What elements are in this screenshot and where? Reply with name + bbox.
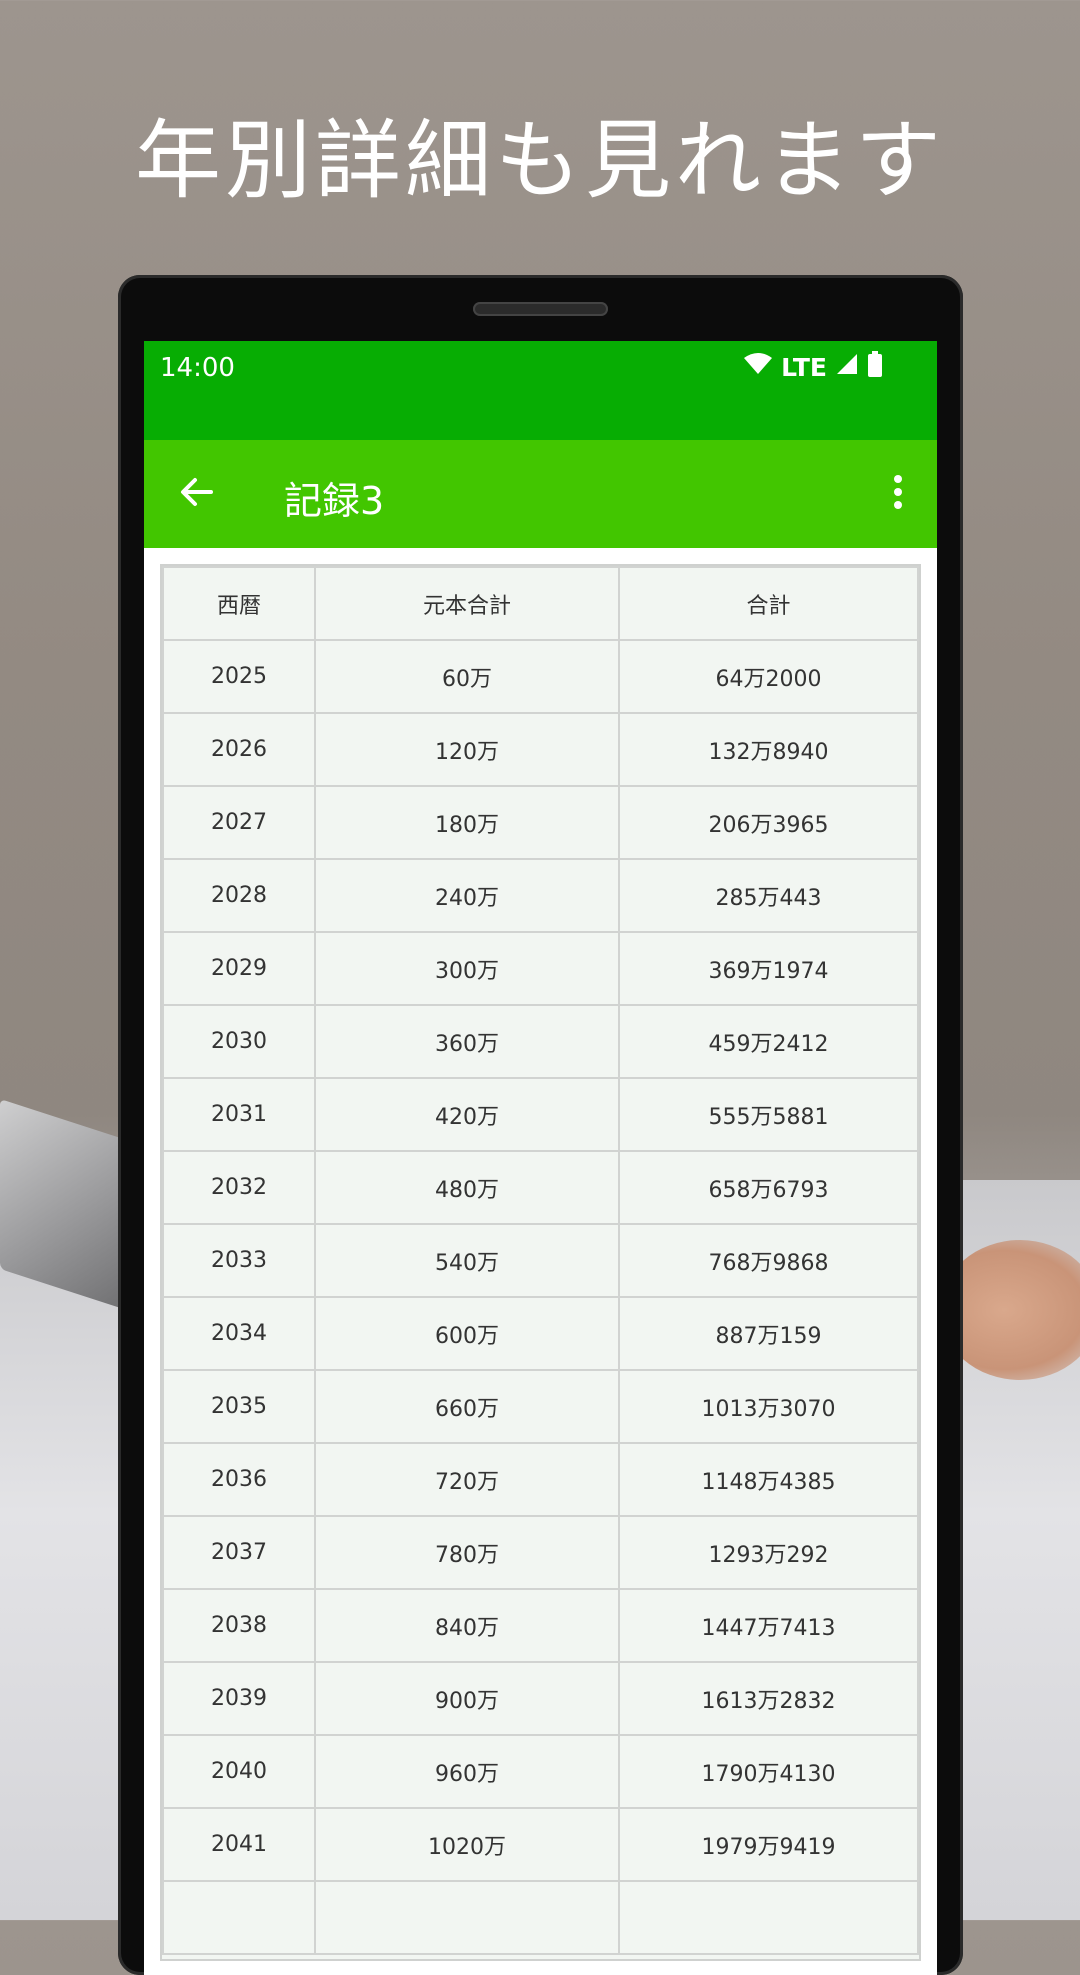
cell-principal-total: 300万 (314, 931, 620, 1006)
cell-principal-total: 480万 (314, 1150, 620, 1225)
cell-principal-total: 360万 (314, 1004, 620, 1079)
cell-year: 2041 (162, 1807, 316, 1882)
cell-principal-total: 1020万 (314, 1807, 620, 1882)
cell-total: 1013万3070 (618, 1369, 919, 1444)
cell-year: 2025 (162, 639, 316, 714)
cell-principal-total: 840万 (314, 1588, 620, 1663)
cell-year: 2037 (162, 1515, 316, 1590)
table-row: 2032 480万 658万6793 (162, 1150, 919, 1225)
table-row: 2037 780万 1293万292 (162, 1515, 919, 1590)
table-row: 2034 600万 887万159 (162, 1296, 919, 1371)
table-row: 2033 540万 768万9868 (162, 1223, 919, 1298)
cell-year: 2039 (162, 1661, 316, 1736)
cell-total: 768万9868 (618, 1223, 919, 1298)
table-row: 2027 180万 206万3965 (162, 785, 919, 860)
cell-total: 658万6793 (618, 1150, 919, 1225)
cell-principal-total: 120万 (314, 712, 620, 787)
status-icons: LTE (743, 351, 883, 383)
cell-total: 1293万292 (618, 1515, 919, 1590)
table-row-partial (162, 1880, 919, 1955)
empty-cell (314, 1880, 620, 1955)
cell-principal-total: 240万 (314, 858, 620, 933)
app-bar: 記録3 (144, 440, 937, 548)
phone-frame: 14:00 LTE 記録3 西暦 元本合計 合計 2025 60万 64万200… (118, 275, 963, 1975)
signal-icon (835, 352, 859, 382)
overflow-menu-button[interactable] (883, 470, 913, 518)
cell-year: 2036 (162, 1442, 316, 1517)
cell-principal-total: 540万 (314, 1223, 620, 1298)
table-row: 2035 660万 1013万3070 (162, 1369, 919, 1444)
cell-year: 2040 (162, 1734, 316, 1809)
table-row: 2025 60万 64万2000 (162, 639, 919, 714)
back-arrow-icon (178, 474, 214, 514)
cell-year: 2035 (162, 1369, 316, 1444)
cell-principal-total: 780万 (314, 1515, 620, 1590)
cell-year: 2028 (162, 858, 316, 933)
promo-headline: 年別詳細も見れます (135, 111, 945, 211)
table-row: 2039 900万 1613万2832 (162, 1661, 919, 1736)
cell-total: 132万8940 (618, 712, 919, 787)
cell-total: 64万2000 (618, 639, 919, 714)
cell-total: 1613万2832 (618, 1661, 919, 1736)
table-row: 2038 840万 1447万7413 (162, 1588, 919, 1663)
cell-principal-total: 600万 (314, 1296, 620, 1371)
cell-year: 2030 (162, 1004, 316, 1079)
cell-total: 1979万9419 (618, 1807, 919, 1882)
phone-speaker (473, 302, 608, 316)
status-time: 14:00 (160, 353, 235, 383)
battery-icon (867, 351, 883, 383)
table-row: 2029 300万 369万1974 (162, 931, 919, 1006)
header-total: 合計 (618, 566, 919, 641)
cell-principal-total: 660万 (314, 1369, 620, 1444)
more-vert-icon (893, 475, 903, 513)
cell-total: 555万5881 (618, 1077, 919, 1152)
table-row: 2030 360万 459万2412 (162, 1004, 919, 1079)
cell-year: 2038 (162, 1588, 316, 1663)
table-row: 2026 120万 132万8940 (162, 712, 919, 787)
cell-year: 2033 (162, 1223, 316, 1298)
cell-total: 369万1974 (618, 931, 919, 1006)
cell-principal-total: 900万 (314, 1661, 620, 1736)
header-principal-total: 元本合計 (314, 566, 620, 641)
cell-total: 1790万4130 (618, 1734, 919, 1809)
cell-year: 2026 (162, 712, 316, 787)
table-row: 2028 240万 285万443 (162, 858, 919, 933)
cell-total: 887万159 (618, 1296, 919, 1371)
empty-cell (618, 1880, 919, 1955)
table-row: 2031 420万 555万5881 (162, 1077, 919, 1152)
cell-total: 285万443 (618, 858, 919, 933)
table-header-row: 西暦 元本合計 合計 (162, 566, 919, 641)
cell-principal-total: 720万 (314, 1442, 620, 1517)
cell-principal-total: 420万 (314, 1077, 620, 1152)
cell-total: 459万2412 (618, 1004, 919, 1079)
table-body: 2025 60万 64万2000 2026 120万 132万8940 2027 180万 20… (162, 639, 919, 1955)
cell-year: 2031 (162, 1077, 316, 1152)
table-row: 2036 720万 1148万4385 (162, 1442, 919, 1517)
cell-total: 1447万7413 (618, 1588, 919, 1663)
yearly-detail-table-container[interactable]: 西暦 元本合計 合計 2025 60万 64万2000 2026 120万 132万894… (160, 564, 921, 1961)
header-year: 西暦 (162, 566, 316, 641)
back-button[interactable] (172, 470, 220, 518)
cell-principal-total: 960万 (314, 1734, 620, 1809)
cell-total: 206万3965 (618, 785, 919, 860)
cell-year: 2032 (162, 1150, 316, 1225)
network-label: LTE (781, 352, 827, 382)
cell-year: 2034 (162, 1296, 316, 1371)
page-title: 記録3 (284, 479, 385, 523)
status-bar: 14:00 LTE (144, 341, 937, 440)
empty-cell (162, 1880, 316, 1955)
wifi-icon (743, 352, 773, 382)
cell-year: 2027 (162, 785, 316, 860)
table-row: 2040 960万 1790万4130 (162, 1734, 919, 1809)
cell-principal-total: 180万 (314, 785, 620, 860)
cell-principal-total: 60万 (314, 639, 620, 714)
cell-year: 2029 (162, 931, 316, 1006)
yearly-detail-table: 西暦 元本合計 合計 2025 60万 64万2000 2026 120万 132万894… (162, 566, 919, 1955)
phone-screen: 14:00 LTE 記録3 西暦 元本合計 合計 2025 60万 64万200… (144, 341, 937, 1975)
table-row: 2041 1020万 1979万9419 (162, 1807, 919, 1882)
cell-total: 1148万4385 (618, 1442, 919, 1517)
